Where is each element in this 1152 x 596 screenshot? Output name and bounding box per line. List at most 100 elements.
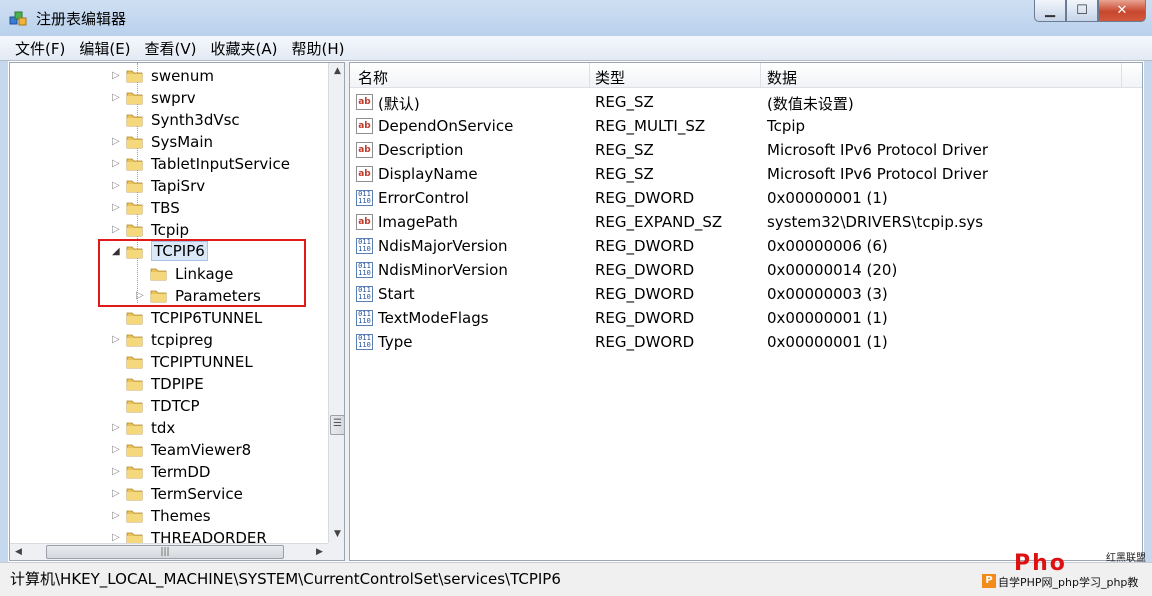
grip-icon: ☰ xyxy=(333,418,342,429)
arrow-right-icon: ▶ xyxy=(316,547,323,557)
value-row[interactable]: ab ImagePath REG_EXPAND_SZ system32\DRIVERS… xyxy=(350,210,1142,234)
tree-vertical-scrollbar[interactable]: ▲ ☰ ▼ xyxy=(328,63,344,543)
menu-file[interactable]: 文件(F) xyxy=(8,38,72,59)
expand-arrow-icon[interactable]: ▷ xyxy=(112,87,122,109)
value-type: REG_DWORD xyxy=(595,285,695,303)
hscroll-thumb[interactable]: ||| xyxy=(46,545,284,559)
value-name: NdisMajorVersion xyxy=(378,237,508,255)
window-controls: ▁ ☐ ✕ xyxy=(1034,0,1146,26)
value-row[interactable]: ab (默认) REG_SZ (数值未设置) xyxy=(350,90,1142,114)
value-row[interactable]: 011 110 NdisMinorVersion REG_DWORD 0x000000… xyxy=(350,258,1142,282)
tree-item-label: tcpipreg xyxy=(151,331,213,349)
tree-item[interactable]: Synth3dVsc xyxy=(10,109,328,131)
tree-item[interactable]: TCPIP6TUNNEL xyxy=(10,307,328,329)
tree-item[interactable]: ▷ tdx xyxy=(10,417,328,439)
value-row[interactable]: 011 110 NdisMajorVersion REG_DWORD 0x000000… xyxy=(350,234,1142,258)
tree-horizontal-scrollbar[interactable]: ◀ ||| ▶ xyxy=(10,543,328,560)
value-row[interactable]: ab Description REG_SZ Microsoft IPv6 Protoc… xyxy=(350,138,1142,162)
minimize-icon: ▁ xyxy=(1045,3,1055,18)
menu-help[interactable]: 帮助(H) xyxy=(284,38,351,59)
folder-icon xyxy=(126,114,143,127)
scroll-left-button[interactable]: ◀ xyxy=(10,544,27,560)
scroll-up-button[interactable]: ▲ xyxy=(329,63,344,80)
value-data: 0x00000006 (6) xyxy=(767,237,888,255)
maximize-button[interactable]: ☐ xyxy=(1066,0,1098,22)
expand-arrow-icon[interactable]: ▷ xyxy=(112,197,122,219)
expand-arrow-icon[interactable]: ▷ xyxy=(112,153,122,175)
tree-item[interactable]: TDTCP xyxy=(10,395,328,417)
value-name: (默认) xyxy=(378,95,420,113)
menu-edit[interactable]: 编辑(E) xyxy=(72,38,137,59)
expand-arrow-icon[interactable]: ▷ xyxy=(112,483,122,505)
tree-item[interactable]: ▷ TabletInputService xyxy=(10,153,328,175)
scroll-right-button[interactable]: ▶ xyxy=(311,544,328,560)
values-list[interactable]: 名称 类型 数据 ab (默认) REG_SZ (数值未设置) ab DependOnSe… xyxy=(349,62,1143,561)
regedit-app-icon xyxy=(9,11,27,26)
value-type: REG_DWORD xyxy=(595,333,695,351)
scrollbar-corner xyxy=(328,543,344,560)
value-row[interactable]: 011 110 Type REG_DWORD 0x00000001 (1) xyxy=(350,330,1142,354)
value-type: REG_SZ xyxy=(595,141,654,159)
string-value-icon: ab xyxy=(356,94,373,110)
expand-arrow-icon[interactable]: ▷ xyxy=(112,131,122,153)
expand-arrow-icon[interactable]: ▷ xyxy=(112,175,122,197)
tree-item-label: TermService xyxy=(151,485,243,503)
tree-item-label: TDTCP xyxy=(151,397,200,415)
folder-icon xyxy=(126,92,143,105)
tree-item[interactable]: ▷ TermService xyxy=(10,483,328,505)
tree-item[interactable]: ▷ tcpipreg xyxy=(10,329,328,351)
column-divider[interactable] xyxy=(760,63,761,88)
registry-tree[interactable]: ▷ swenum ▷ swprv Synth3dVsc ▷ SysMain ▷ TabletIn… xyxy=(9,62,345,561)
folder-icon xyxy=(126,180,143,193)
tree-item[interactable]: TDPIPE xyxy=(10,373,328,395)
expand-arrow-icon[interactable]: ▷ xyxy=(112,65,122,87)
value-name: ImagePath xyxy=(378,213,458,231)
close-button[interactable]: ✕ xyxy=(1098,0,1146,22)
menu-favorites[interactable]: 收藏夹(A) xyxy=(204,38,285,59)
value-data: (数值未设置) xyxy=(767,95,854,113)
tree-item[interactable]: ▷ SysMain xyxy=(10,131,328,153)
folder-icon xyxy=(126,334,143,347)
watermark: Pho 红黑联盟 P 自学PHP网_php学习_php教 xyxy=(978,548,1152,596)
expand-arrow-icon xyxy=(112,351,122,373)
column-header-data[interactable]: 数据 xyxy=(767,67,797,88)
column-divider[interactable] xyxy=(1121,63,1122,88)
tree-item[interactable]: ▷ swprv xyxy=(10,87,328,109)
window-frame-right xyxy=(1144,61,1152,596)
grip-icon: ||| xyxy=(160,547,170,557)
expand-arrow-icon[interactable]: ▷ xyxy=(112,219,122,241)
arrow-down-icon: ▼ xyxy=(334,529,341,539)
value-data: 0x00000003 (3) xyxy=(767,285,888,303)
tree-item-label: swenum xyxy=(151,67,214,85)
tree-item[interactable]: ▷ Tcpip xyxy=(10,219,328,241)
value-row[interactable]: ab DependOnService REG_MULTI_SZ Tcpip xyxy=(350,114,1142,138)
scroll-down-button[interactable]: ▼ xyxy=(329,526,344,543)
tree-item[interactable]: ▷ swenum xyxy=(10,65,328,87)
expand-arrow-icon[interactable]: ▷ xyxy=(112,417,122,439)
column-header-name[interactable]: 名称 xyxy=(358,67,388,88)
tree-item[interactable]: ▷ Themes xyxy=(10,505,328,527)
tree-item-label: TCPIPTUNNEL xyxy=(151,353,253,371)
value-row[interactable]: 011 110 ErrorControl REG_DWORD 0x00000001 (… xyxy=(350,186,1142,210)
menu-view[interactable]: 查看(V) xyxy=(138,38,204,59)
tree-item[interactable]: TCPIPTUNNEL xyxy=(10,351,328,373)
arrow-up-icon: ▲ xyxy=(334,66,341,76)
value-row[interactable]: 011 110 TextModeFlags REG_DWORD 0x00000001 … xyxy=(350,306,1142,330)
column-header-type[interactable]: 类型 xyxy=(595,67,625,88)
tree-item[interactable]: ▷ TeamViewer8 xyxy=(10,439,328,461)
expand-arrow-icon xyxy=(112,373,122,395)
column-divider[interactable] xyxy=(589,63,590,88)
scroll-thumb[interactable]: ☰ xyxy=(330,415,344,435)
tree-item[interactable]: ▷ TermDD xyxy=(10,461,328,483)
tree-item-label: swprv xyxy=(151,89,196,107)
tree-item[interactable]: ▷ TapiSrv xyxy=(10,175,328,197)
expand-arrow-icon[interactable]: ▷ xyxy=(112,461,122,483)
tree-item[interactable]: ▷ TBS xyxy=(10,197,328,219)
value-row[interactable]: 011 110 Start REG_DWORD 0x00000003 (3) xyxy=(350,282,1142,306)
expand-arrow-icon[interactable]: ▷ xyxy=(112,439,122,461)
expand-arrow-icon[interactable]: ▷ xyxy=(112,505,122,527)
expand-arrow-icon[interactable]: ▷ xyxy=(112,329,122,351)
minimize-button[interactable]: ▁ xyxy=(1034,0,1066,22)
value-row[interactable]: ab DisplayName REG_SZ Microsoft IPv6 Protoc… xyxy=(350,162,1142,186)
folder-icon xyxy=(126,400,143,413)
